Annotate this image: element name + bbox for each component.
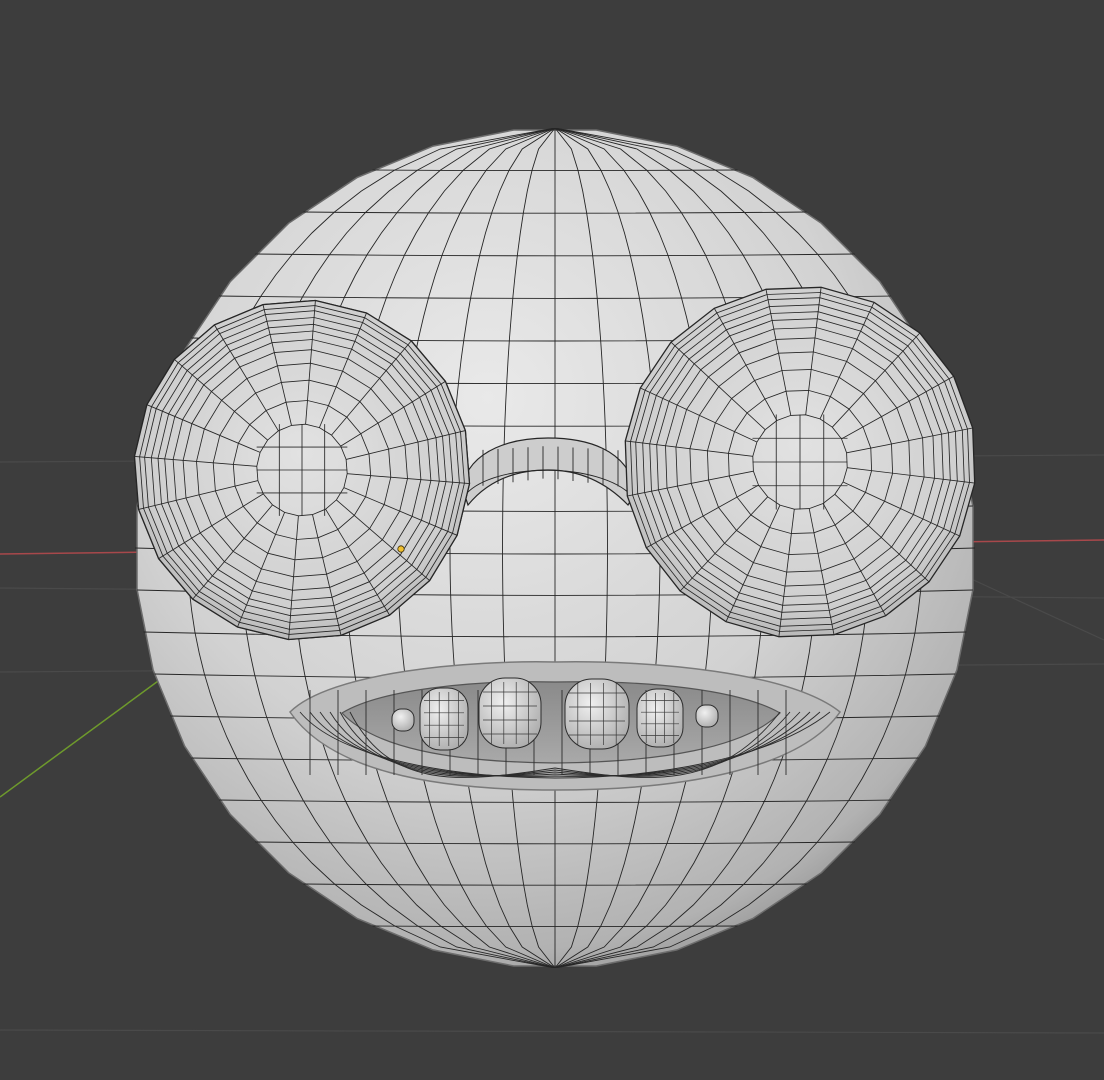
origin-point (397, 545, 405, 553)
tooth[interactable] (391, 708, 415, 732)
tooth[interactable] (478, 677, 542, 749)
viewport-3d[interactable] (0, 0, 1104, 1080)
tooth[interactable] (419, 687, 469, 751)
right-lens-mesh[interactable] (624, 286, 976, 638)
left-lens-mesh[interactable] (133, 299, 471, 641)
tooth[interactable] (695, 704, 719, 728)
tooth[interactable] (636, 688, 684, 748)
tooth[interactable] (564, 678, 630, 750)
